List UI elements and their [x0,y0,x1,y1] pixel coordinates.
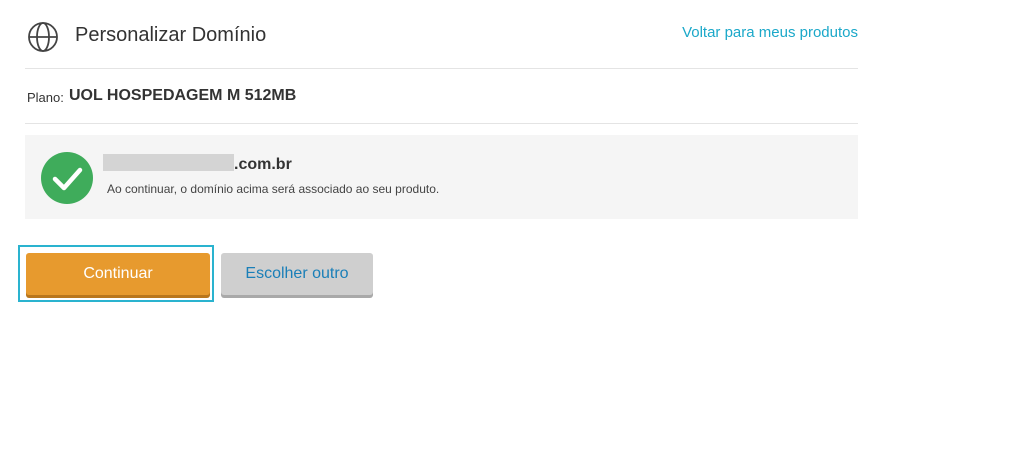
plan-value: UOL HOSPEDAGEM M 512MB [69,87,297,104]
plan-label: Plano: [27,90,64,105]
page: Personalizar Domínio Voltar para meus pr… [0,0,1024,455]
domain-notice: Ao continuar, o domínio acima será assoc… [107,182,440,196]
choose-other-button[interactable]: Escolher outro [221,253,373,295]
page-title: Personalizar Domínio [75,24,267,46]
globe-icon [27,21,59,53]
plan-row: Plano: UOL HOSPEDAGEM M 512MB [25,68,858,124]
domain-confirmation-panel: .com.br Ao continuar, o domínio acima se… [25,135,858,219]
back-to-products-link[interactable]: Voltar para meus produtos [682,24,858,41]
page-header: Personalizar Domínio Voltar para meus pr… [25,0,858,69]
domain-name-redacted [103,154,234,171]
continue-button[interactable]: Continuar [26,253,210,295]
check-circle-icon [41,152,93,204]
domain-suffix: .com.br [234,156,292,173]
